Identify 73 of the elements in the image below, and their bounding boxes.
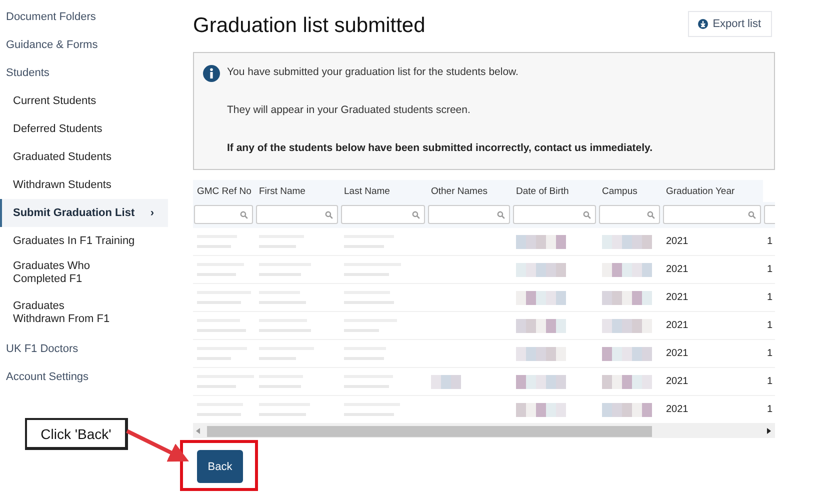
column-header[interactable]: Campus xyxy=(598,180,662,202)
blurred-text xyxy=(602,318,652,332)
sidebar-item[interactable]: UK F1 Doctors xyxy=(0,335,185,363)
table-cell: 2021 xyxy=(662,228,763,256)
blurred-text xyxy=(516,346,566,360)
table-cell: 2021 xyxy=(662,256,763,284)
blurred-text xyxy=(602,262,652,276)
sidebar-item[interactable]: Document Folders xyxy=(0,3,185,31)
blurred-text xyxy=(602,290,652,304)
sidebar-item[interactable]: Guidance & Forms xyxy=(0,31,185,59)
sidebar-item[interactable]: Graduates Who Completed F1 xyxy=(0,255,120,295)
sidebar-item[interactable]: Students xyxy=(0,59,185,87)
column-header[interactable]: Date of Birth xyxy=(512,180,598,202)
table-cell: 1 xyxy=(763,284,775,312)
search-icon xyxy=(240,211,248,219)
search-icon xyxy=(583,211,591,219)
blurred-text xyxy=(602,234,652,248)
column-header[interactable]: Last Name xyxy=(340,180,427,202)
blurred-text xyxy=(602,346,652,360)
sidebar-item[interactable]: Graduates In F1 Training xyxy=(0,227,168,255)
column-header[interactable]: First Name xyxy=(255,180,340,202)
column-header[interactable]: GMC Ref No xyxy=(193,180,255,202)
sidebar-item[interactable]: Graduated Students xyxy=(0,143,168,171)
table-cell: 1 xyxy=(763,340,775,368)
filter-field[interactable] xyxy=(341,205,425,224)
table-cell: 2021 xyxy=(662,312,763,340)
arrow xyxy=(126,429,189,462)
table-cell: 2021 xyxy=(662,368,763,396)
chevron-icon: › xyxy=(150,207,154,219)
sidebar-item[interactable]: Graduates Withdrawn From F1 xyxy=(0,295,120,335)
search-icon xyxy=(497,211,505,219)
sidebar-item[interactable]: Deferred Students xyxy=(0,115,168,143)
page-title: Graduation list submitted xyxy=(193,13,426,38)
info-text: They will appear in your Graduated students screen. xyxy=(227,104,472,118)
blurred-text xyxy=(431,374,461,388)
info-text: If any of the students below have been submitted incorrectly, contact us immediately. xyxy=(227,142,654,156)
blurred-text xyxy=(516,234,566,248)
info-text: You have submitted your graduation list for the students below. xyxy=(227,66,520,80)
table-cell: 2021 xyxy=(662,284,763,312)
filter-field[interactable] xyxy=(428,205,510,224)
filter-field[interactable] xyxy=(194,205,253,224)
search-icon xyxy=(748,211,756,219)
export-button[interactable]: Export list xyxy=(688,11,772,37)
table-cell: 1 xyxy=(763,228,775,256)
blurred-text xyxy=(602,374,652,388)
filter-field[interactable] xyxy=(513,205,596,224)
column-header[interactable]: Graduation Year xyxy=(662,180,763,202)
callout-label: Click 'Back' xyxy=(25,418,128,450)
filter-field[interactable] xyxy=(663,205,761,224)
column-header[interactable]: Other Names xyxy=(427,180,512,202)
filter-field[interactable] xyxy=(256,205,338,224)
info-icon xyxy=(203,65,220,82)
sidebar-item[interactable]: Account Settings xyxy=(0,363,185,391)
search-icon xyxy=(325,211,333,219)
blurred-text xyxy=(516,402,566,416)
search-icon xyxy=(412,211,420,219)
table-cell: 1 xyxy=(763,256,775,284)
blurred-text xyxy=(516,374,566,388)
horizontal-scrollbar[interactable] xyxy=(193,424,775,438)
sidebar-item[interactable]: Withdrawn Students xyxy=(0,171,168,199)
blurred-text xyxy=(516,318,566,332)
blurred-text xyxy=(516,290,566,304)
sidebar-item[interactable]: Current Students xyxy=(0,87,168,115)
filter-field[interactable] xyxy=(599,205,660,224)
download-icon xyxy=(698,19,708,29)
table-cell: 1 xyxy=(763,368,775,396)
back-button[interactable]: Back xyxy=(197,450,243,483)
blurred-text xyxy=(516,262,566,276)
sidebar-item[interactable]: Submit Graduation List › xyxy=(0,199,168,227)
table-cell: 1 xyxy=(763,312,775,340)
search-icon xyxy=(647,211,655,219)
blurred-text xyxy=(602,402,652,416)
table-cell: 2021 xyxy=(662,340,763,368)
